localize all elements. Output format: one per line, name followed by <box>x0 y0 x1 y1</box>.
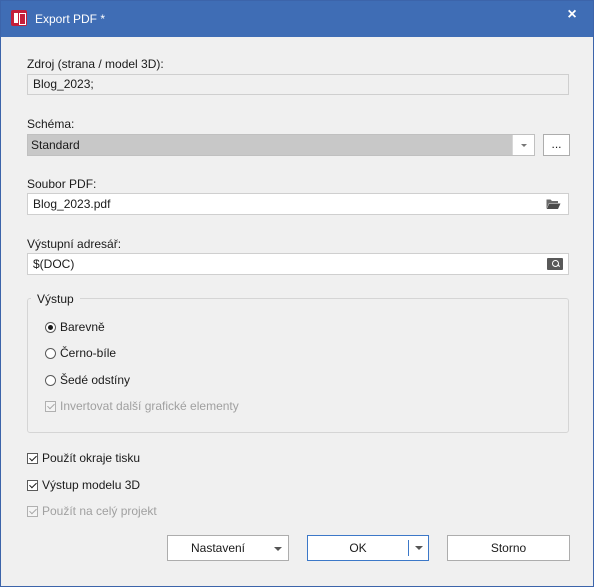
ok-button-label: OK <box>349 541 367 555</box>
source-field: Blog_2023; <box>27 74 569 95</box>
radio-black-white[interactable]: Černo-bíle <box>45 346 116 360</box>
radio-black-white-label: Černo-bíle <box>60 346 117 360</box>
radio-color-label: Barevně <box>60 320 105 334</box>
pdf-file-value: Blog_2023.pdf <box>33 197 111 211</box>
ok-button[interactable]: OK <box>307 535 429 561</box>
output-dir-value: $(DOC) <box>33 257 75 271</box>
source-label: Zdroj (strana / model 3D): <box>27 57 164 71</box>
print-margins-checkbox[interactable]: Použít okraje tisku <box>27 451 140 465</box>
output-dir-label: Výstupní adresář: <box>27 237 122 251</box>
pdf-file-field[interactable]: Blog_2023.pdf <box>27 193 569 215</box>
scheme-label: Schéma: <box>27 117 75 131</box>
cancel-button-label: Storno <box>490 541 527 555</box>
chevron-down-icon[interactable] <box>512 135 534 155</box>
radio-button[interactable] <box>45 347 56 359</box>
checkbox[interactable] <box>27 479 38 491</box>
settings-button[interactable]: Nastavení <box>167 535 289 561</box>
cancel-button[interactable]: Storno <box>447 535 570 561</box>
radio-color[interactable]: Barevně <box>45 320 105 334</box>
chevron-down-icon[interactable] <box>408 540 428 556</box>
radio-button[interactable] <box>45 321 56 333</box>
scheme-selected-value: Standard <box>31 138 80 152</box>
app-icon <box>11 10 27 26</box>
radio-grayscale[interactable]: Šedé odstíny <box>45 373 130 387</box>
window-title: Export PDF * <box>35 12 106 26</box>
checkbox[interactable] <box>27 452 38 464</box>
output-groupbox-legend: Výstup <box>31 292 80 306</box>
output-dir-field[interactable]: $(DOC) <box>27 253 569 275</box>
radio-button[interactable] <box>45 374 56 386</box>
checkbox <box>45 400 56 412</box>
chevron-down-icon[interactable] <box>268 536 288 560</box>
model-3d-output-label: Výstup modelu 3D <box>42 478 141 492</box>
scheme-select[interactable]: Standard <box>27 134 535 156</box>
model-3d-output-checkbox[interactable]: Výstup modelu 3D <box>27 478 140 492</box>
invert-elements-checkbox: Invertovat další grafické elementy <box>45 399 239 413</box>
close-button[interactable]: × <box>561 5 583 27</box>
title-bar[interactable]: Export PDF * × <box>1 1 593 37</box>
radio-grayscale-label: Šedé odstíny <box>60 373 131 387</box>
search-icon[interactable] <box>547 258 563 270</box>
pdf-file-label: Soubor PDF: <box>27 177 97 191</box>
settings-button-label: Nastavení <box>190 541 246 555</box>
scheme-browse-button[interactable]: ... <box>543 134 570 156</box>
whole-project-checkbox: Použít na celý projekt <box>27 504 157 518</box>
checkbox <box>27 505 38 517</box>
export-pdf-dialog: Export PDF * × Zdroj (strana / model 3D)… <box>0 0 594 587</box>
folder-open-icon[interactable] <box>546 198 561 210</box>
whole-project-label: Použít na celý projekt <box>42 504 157 518</box>
print-margins-label: Použít okraje tisku <box>42 451 141 465</box>
invert-elements-label: Invertovat další grafické elementy <box>60 399 239 413</box>
